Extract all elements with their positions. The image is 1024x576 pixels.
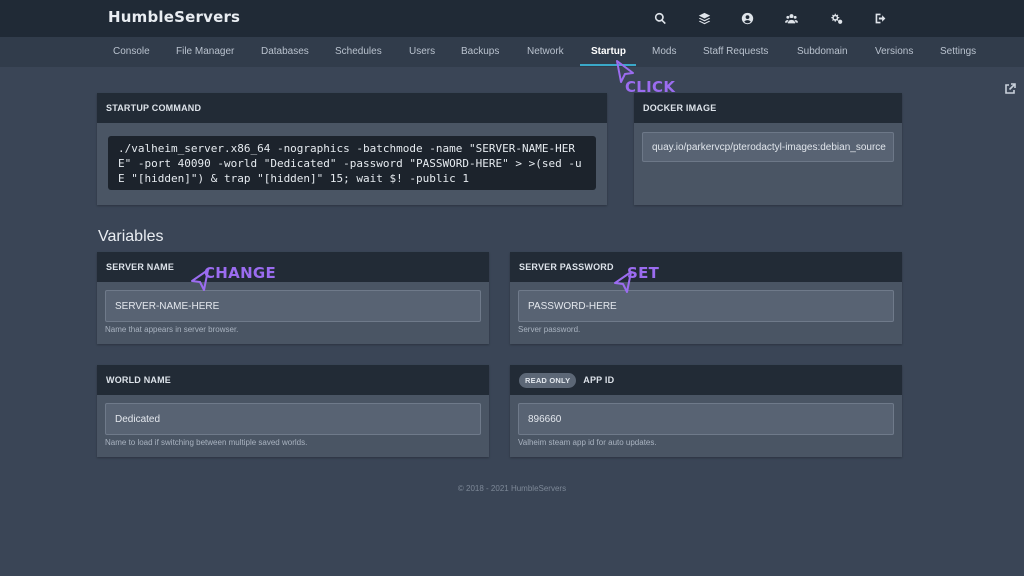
tab-settings[interactable]: Settings: [940, 46, 976, 57]
tab-network[interactable]: Network: [527, 46, 564, 57]
top-icons: [0, 0, 1024, 37]
tab-mods[interactable]: Mods: [652, 46, 676, 57]
app-id-input: 896660: [518, 403, 894, 435]
tab-versions[interactable]: Versions: [875, 46, 913, 57]
server-password-label: SERVER PASSWORD: [510, 252, 902, 282]
startup-command-text: ./valheim_server.x86_64 -nographics -bat…: [108, 136, 596, 190]
app-id-header: READ ONLY APP ID: [510, 365, 902, 395]
tab-console[interactable]: Console: [113, 46, 150, 57]
server-password-input[interactable]: PASSWORD-HERE: [518, 290, 894, 322]
server-password-card: SERVER PASSWORD PASSWORD-HERE Server pas…: [510, 252, 902, 344]
variables-heading: Variables: [98, 228, 164, 245]
tab-users[interactable]: Users: [409, 46, 435, 57]
app-id-label: APP ID: [583, 375, 615, 385]
tab-schedules[interactable]: Schedules: [335, 46, 382, 57]
users-icon[interactable]: [783, 10, 799, 26]
read-only-badge: READ ONLY: [519, 372, 577, 388]
server-name-description: Name that appears in server browser.: [105, 325, 239, 334]
external-link-icon[interactable]: [1004, 82, 1016, 94]
search-icon[interactable]: [652, 10, 668, 26]
app-id-card: READ ONLY APP ID 896660 Valheim steam ap…: [510, 365, 902, 457]
docker-image-select[interactable]: quay.io/parkervcp/pterodactyl-images:deb…: [642, 132, 894, 162]
docker-image-card: DOCKER IMAGE quay.io/parkervcp/pterodact…: [634, 93, 902, 205]
server-name-input[interactable]: SERVER-NAME-HERE: [105, 290, 481, 322]
docker-image-title: DOCKER IMAGE: [634, 93, 902, 123]
server-name-label: SERVER NAME: [97, 252, 489, 282]
startup-command-card: STARTUP COMMAND ./valheim_server.x86_64 …: [97, 93, 607, 205]
top-bar: HumbleServers: [0, 0, 1024, 37]
click-annotation: CLICK: [625, 78, 676, 96]
app-id-description: Valheim steam app id for auto updates.: [518, 438, 657, 447]
tab-backups[interactable]: Backups: [461, 46, 499, 57]
server-password-description: Server password.: [518, 325, 581, 334]
account-icon[interactable]: [739, 10, 755, 26]
server-name-card: SERVER NAME SERVER-NAME-HERE Name that a…: [97, 252, 489, 344]
tab-file-manager[interactable]: File Manager: [176, 46, 234, 57]
logout-icon[interactable]: [872, 10, 888, 26]
tab-subdomain[interactable]: Subdomain: [797, 46, 848, 57]
world-name-label: WORLD NAME: [97, 365, 489, 395]
world-name-input[interactable]: Dedicated: [105, 403, 481, 435]
settings-icon[interactable]: [828, 10, 844, 26]
change-annotation: CHANGE: [204, 264, 277, 282]
tab-staff-requests[interactable]: Staff Requests: [703, 46, 768, 57]
tab-databases[interactable]: Databases: [261, 46, 309, 57]
set-annotation: SET: [627, 264, 660, 282]
tab-startup[interactable]: Startup: [591, 46, 626, 57]
footer-copyright: © 2018 - 2021 HumbleServers: [457, 484, 567, 493]
world-name-card: WORLD NAME Dedicated Name to load if swi…: [97, 365, 489, 457]
startup-command-title: STARTUP COMMAND: [97, 93, 607, 123]
world-name-description: Name to load if switching between multip…: [105, 438, 308, 447]
sub-navigation: Console File Manager Databases Schedules…: [0, 37, 1024, 94]
layers-icon[interactable]: [696, 10, 712, 26]
